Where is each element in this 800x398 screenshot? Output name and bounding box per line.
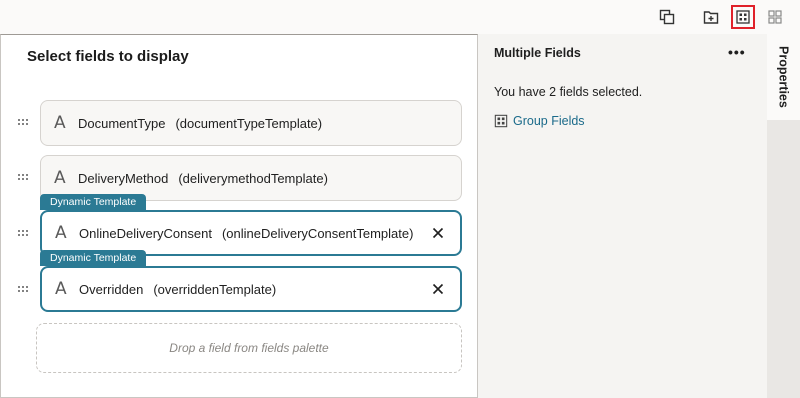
properties-panel: Multiple Fields ••• You have 2 fields se… [478, 34, 767, 398]
text-field-icon: A [54, 167, 66, 188]
field-canvas: Select fields to display A DocumentType … [0, 34, 478, 398]
field-card-documenttype[interactable]: A DocumentType (documentTypeTemplate) [40, 100, 462, 146]
field-name: OnlineDeliveryConsent [79, 225, 212, 241]
group-fields-button[interactable] [731, 5, 755, 29]
grid-layout-button[interactable] [763, 5, 787, 29]
field-template: (overriddenTemplate) [153, 281, 277, 297]
field-name: Overridden [79, 281, 144, 297]
canvas-title: Select fields to display [27, 48, 189, 65]
remove-field-button[interactable] [432, 283, 444, 295]
dynamic-template-badge: Dynamic Template [40, 250, 147, 266]
top-toolbar [0, 0, 800, 34]
drag-handle-icon[interactable] [18, 230, 30, 238]
group-fields-icon [736, 10, 750, 24]
text-field-icon: A [55, 278, 67, 299]
group-fields-label: Group Fields [513, 114, 585, 128]
duplicate-icon [659, 9, 675, 25]
field-template: (onlineDeliveryConsentTemplate) [221, 225, 414, 241]
drop-zone[interactable]: Drop a field from fields palette [36, 323, 462, 373]
more-options-button[interactable]: ••• [728, 44, 746, 60]
remove-field-button[interactable] [432, 227, 444, 239]
close-icon [432, 283, 444, 295]
drag-handle-icon[interactable] [18, 286, 30, 294]
grid-layout-icon [768, 10, 782, 24]
drop-zone-placeholder: Drop a field from fields palette [169, 341, 329, 355]
group-fields-link[interactable]: Group Fields [494, 114, 585, 128]
tab-properties-label: Properties [776, 46, 791, 108]
duplicate-button[interactable] [655, 5, 679, 29]
text-field-icon: A [54, 112, 66, 133]
drag-handle-icon[interactable] [18, 174, 30, 182]
tab-properties[interactable]: Properties [767, 34, 800, 120]
drag-handle-icon[interactable] [18, 119, 30, 127]
field-name: DocumentType [78, 115, 166, 131]
add-folder-icon [703, 11, 719, 24]
field-card-overridden[interactable]: A Overridden (overriddenTemplate) [40, 266, 462, 312]
text-field-icon: A [55, 222, 67, 243]
field-name: DeliveryMethod [78, 170, 169, 186]
selection-info: You have 2 fields selected. [494, 85, 643, 99]
group-fields-icon [494, 114, 508, 128]
properties-title: Multiple Fields [494, 46, 581, 60]
dynamic-template-badge: Dynamic Template [40, 194, 147, 210]
side-tab-strip: Properties [767, 34, 800, 398]
add-folder-button[interactable] [699, 5, 723, 29]
field-template: (documentTypeTemplate) [175, 115, 323, 131]
close-icon [432, 227, 444, 239]
field-template: (deliverymethodTemplate) [178, 170, 328, 186]
